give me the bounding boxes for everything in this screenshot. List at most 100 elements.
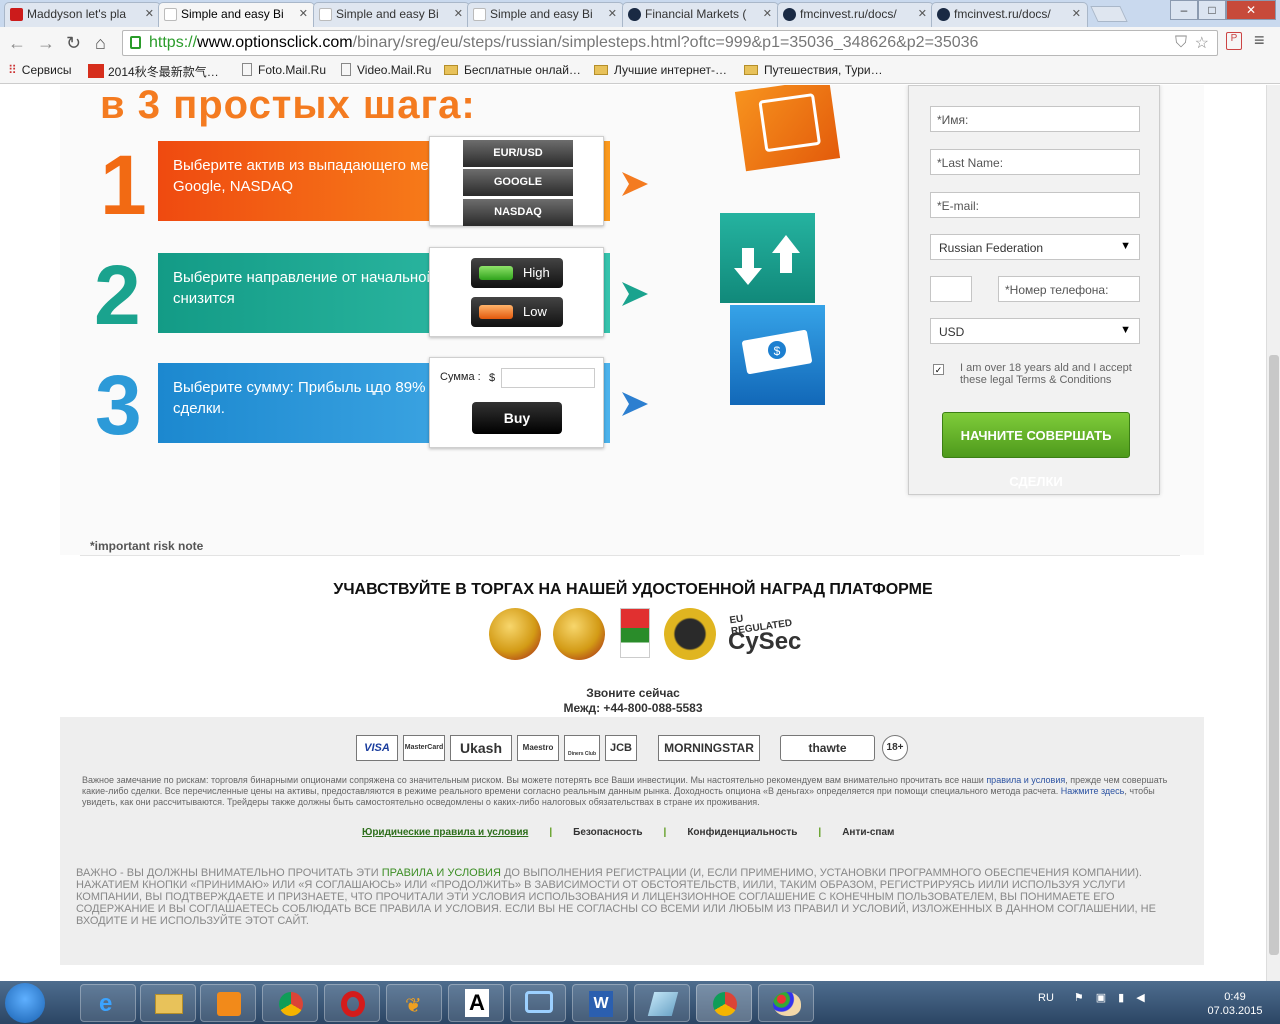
tab-1[interactable]: Simple and easy Bi ✕: [158, 2, 315, 27]
notepad-icon[interactable]: [634, 984, 690, 1022]
bookmark-folder[interactable]: Путешествия, Тури…: [744, 63, 883, 77]
start-trading-button[interactable]: НАЧНИТЕ СОВЕРШАТЬ СДЕЛКИ: [942, 412, 1130, 489]
legal-terms-link[interactable]: Юридические правила и условия: [362, 827, 528, 838]
hero-title: в 3 простых шага:: [100, 85, 476, 127]
asset-option[interactable]: NASDAQ: [463, 199, 573, 226]
start-button[interactable]: [5, 983, 45, 1023]
terms-checkbox[interactable]: ✓: [933, 364, 944, 375]
word-icon[interactable]: W: [572, 984, 628, 1022]
circle-icon: [783, 8, 796, 21]
close-icon[interactable]: ✕: [454, 7, 463, 20]
new-tab-button[interactable]: [1090, 6, 1128, 22]
butterfly-icon[interactable]: ❦: [386, 984, 442, 1022]
volume-icon[interactable]: ◀: [1136, 992, 1144, 1004]
close-icon[interactable]: ✕: [1072, 7, 1081, 20]
risk-note-link[interactable]: *important risk note: [90, 539, 203, 553]
jcb-logo: JCB: [605, 735, 637, 761]
bookmark-item[interactable]: Video.Mail.Ru: [341, 63, 431, 77]
network-icon[interactable]: [510, 984, 566, 1022]
tab-3[interactable]: Simple and easy Bi ✕: [467, 2, 624, 27]
email-input[interactable]: *E-mail:: [930, 192, 1140, 218]
contact-block: Звоните сейчас Межд: +44-800-088-5583: [0, 686, 1266, 716]
security-link[interactable]: Безопасность: [573, 827, 642, 838]
chrome-icon[interactable]: [696, 984, 752, 1022]
arrow-down-icon: [479, 305, 513, 319]
rules-link[interactable]: ПРАВИЛА И УСЛОВИЯ: [382, 867, 501, 879]
currency-select[interactable]: USD ▼: [930, 318, 1140, 344]
folder-icon: [594, 65, 608, 75]
tab-title: fmcinvest.ru/docs/: [800, 7, 897, 21]
explorer-icon[interactable]: [140, 984, 196, 1022]
low-button[interactable]: Low: [471, 297, 563, 327]
scrollbar[interactable]: [1266, 85, 1280, 981]
buy-button[interactable]: Buy: [472, 402, 562, 434]
address-bar[interactable]: https://www.optionsclick.com/binary/sreg…: [122, 30, 1218, 56]
opera-icon[interactable]: [324, 984, 380, 1022]
forward-icon[interactable]: →: [37, 33, 55, 54]
award-badge-icon: [664, 608, 716, 660]
phone-input[interactable]: *Номер телефона:: [998, 276, 1140, 302]
asset-option[interactable]: EUR/USD: [463, 140, 573, 167]
direction-panel: High Low: [429, 247, 604, 337]
bookmark-services[interactable]: ⠿ Сервисы: [8, 63, 72, 77]
ie-icon[interactable]: e: [80, 984, 136, 1022]
tab-5[interactable]: fmcinvest.ru/docs/ ✕: [777, 2, 934, 27]
currency-value: USD: [939, 325, 965, 339]
tab-0[interactable]: Maddyson let's pla ✕: [4, 2, 161, 27]
scroll-thumb[interactable]: [1269, 355, 1279, 955]
bookmark-folder[interactable]: Бесплатные онлай…: [444, 63, 581, 77]
sum-input[interactable]: [501, 368, 595, 388]
home-icon[interactable]: ⌂: [95, 33, 106, 54]
shield-icon[interactable]: ⛉: [1175, 34, 1187, 52]
circle-icon: [628, 8, 641, 21]
chrome-icon[interactable]: [262, 984, 318, 1022]
step-number-3: 3: [95, 358, 142, 452]
bookmark-folder[interactable]: Лучшие интернет-…: [594, 63, 727, 77]
terms-link[interactable]: правила и условия: [986, 775, 1065, 785]
bookmark-label: 2014秋冬最新款气…: [108, 65, 219, 79]
font-icon[interactable]: A: [448, 984, 504, 1022]
anti-spam-link[interactable]: Анти-спам: [842, 827, 894, 838]
extension-icon[interactable]: P: [1226, 32, 1242, 50]
privacy-link[interactable]: Конфиденциальность: [687, 827, 797, 838]
star-icon[interactable]: ☆: [1195, 33, 1209, 53]
asset-option[interactable]: GOOGLE: [463, 169, 573, 196]
reload-icon[interactable]: ↻: [66, 33, 81, 54]
menu-icon[interactable]: ≡: [1254, 30, 1265, 51]
maestro-logo: Maestro: [517, 735, 559, 761]
clock[interactable]: 0:49 07.03.2015: [1200, 990, 1270, 1018]
close-icon[interactable]: ✕: [145, 7, 154, 20]
country-code-input[interactable]: [930, 276, 972, 302]
close-icon[interactable]: ✕: [608, 7, 617, 20]
close-icon[interactable]: ✕: [918, 7, 927, 20]
tray-icon[interactable]: ▣: [1096, 992, 1106, 1004]
web-page: в 3 простых шага: 1 Выберите актив из вы…: [0, 85, 1266, 981]
page-icon: [164, 8, 177, 21]
url-path: /binary/sreg/eu/steps/russian/simplestep…: [352, 34, 979, 51]
paint-icon[interactable]: [758, 984, 814, 1022]
tab-6[interactable]: fmcinvest.ru/docs/ ✕: [931, 2, 1088, 27]
language-indicator[interactable]: RU: [1038, 992, 1054, 1004]
minimize-button[interactable]: –: [1170, 0, 1198, 20]
media-player-icon[interactable]: [200, 984, 256, 1022]
page-icon: [319, 8, 332, 21]
last-name-input[interactable]: *Last Name:: [930, 149, 1140, 175]
page-icon: [473, 8, 486, 21]
bookmark-item[interactable]: 2014秋冬最新款气…: [88, 63, 219, 80]
tab-2[interactable]: Simple and easy Bi ✕: [313, 2, 470, 27]
close-icon[interactable]: ✕: [299, 7, 308, 20]
maximize-button[interactable]: □: [1198, 0, 1226, 20]
close-window-button[interactable]: ✕: [1226, 0, 1276, 20]
high-button[interactable]: High: [471, 258, 563, 288]
first-name-input[interactable]: *Имя:: [930, 106, 1140, 132]
bookmark-item[interactable]: Foto.Mail.Ru: [242, 63, 326, 77]
click-here-link[interactable]: Нажмите здесь: [1061, 786, 1125, 796]
flag-icon[interactable]: ⚑: [1074, 992, 1084, 1004]
tab-title: Simple and easy Bi: [336, 7, 439, 21]
tab-4[interactable]: Financial Markets (✕: [622, 2, 779, 27]
tab-title: Maddyson let's pla: [27, 7, 127, 21]
back-icon[interactable]: ←: [8, 33, 26, 54]
network-tray-icon[interactable]: ▮: [1118, 992, 1124, 1004]
close-icon[interactable]: ✕: [763, 7, 772, 20]
country-select[interactable]: Russian Federation ▼: [930, 234, 1140, 260]
